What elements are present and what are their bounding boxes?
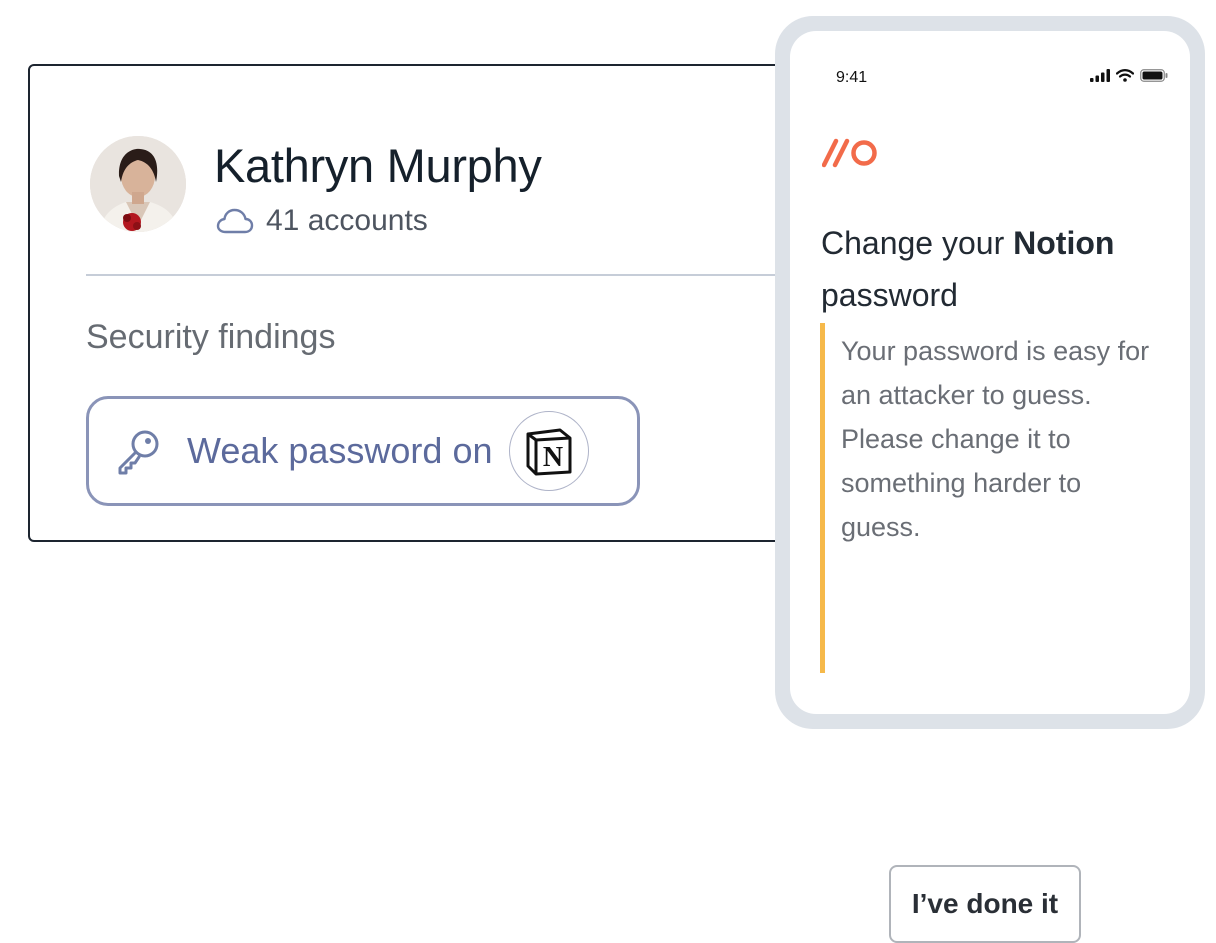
heading: Change your Notion password bbox=[821, 217, 1161, 321]
phone-screen: 9:41 Change your Notion password Your pa… bbox=[790, 31, 1190, 943]
message-text: Your password is easy for an attacker to… bbox=[841, 336, 1150, 542]
message-block: Your password is easy for an attacker to… bbox=[820, 323, 1160, 943]
finding-label: Weak password on bbox=[187, 430, 493, 471]
notion-badge: N bbox=[508, 411, 589, 491]
profile-name: Kathryn Murphy bbox=[214, 139, 542, 192]
heading-suffix: password bbox=[821, 277, 958, 313]
weak-password-finding[interactable]: Weak password on N bbox=[86, 396, 640, 506]
heading-prefix: Change your bbox=[821, 225, 1014, 261]
battery-icon bbox=[1140, 69, 1168, 82]
notion-logo-icon: N bbox=[526, 428, 571, 476]
done-button[interactable]: I’ve done it bbox=[889, 865, 1081, 943]
heading-app-name: Notion bbox=[1013, 225, 1115, 261]
avatar bbox=[90, 136, 186, 232]
wifi-icon bbox=[1116, 69, 1134, 82]
app-logo-icon bbox=[822, 138, 877, 168]
section-title: Security findings bbox=[86, 318, 336, 356]
phone-frame: 9:41 Change your Notion password Your pa… bbox=[775, 16, 1205, 943]
accounts-count: 41 accounts bbox=[216, 204, 428, 238]
profile-card: Kathryn Murphy 41 accounts Security find… bbox=[28, 64, 828, 542]
status-icons bbox=[1090, 69, 1168, 82]
notion-letter: N bbox=[542, 442, 562, 473]
accounts-label: 41 accounts bbox=[266, 204, 428, 237]
signal-icon bbox=[1090, 69, 1110, 82]
divider bbox=[86, 274, 826, 276]
status-time: 9:41 bbox=[836, 69, 868, 86]
cloud-icon bbox=[216, 208, 254, 234]
key-icon bbox=[118, 430, 159, 475]
